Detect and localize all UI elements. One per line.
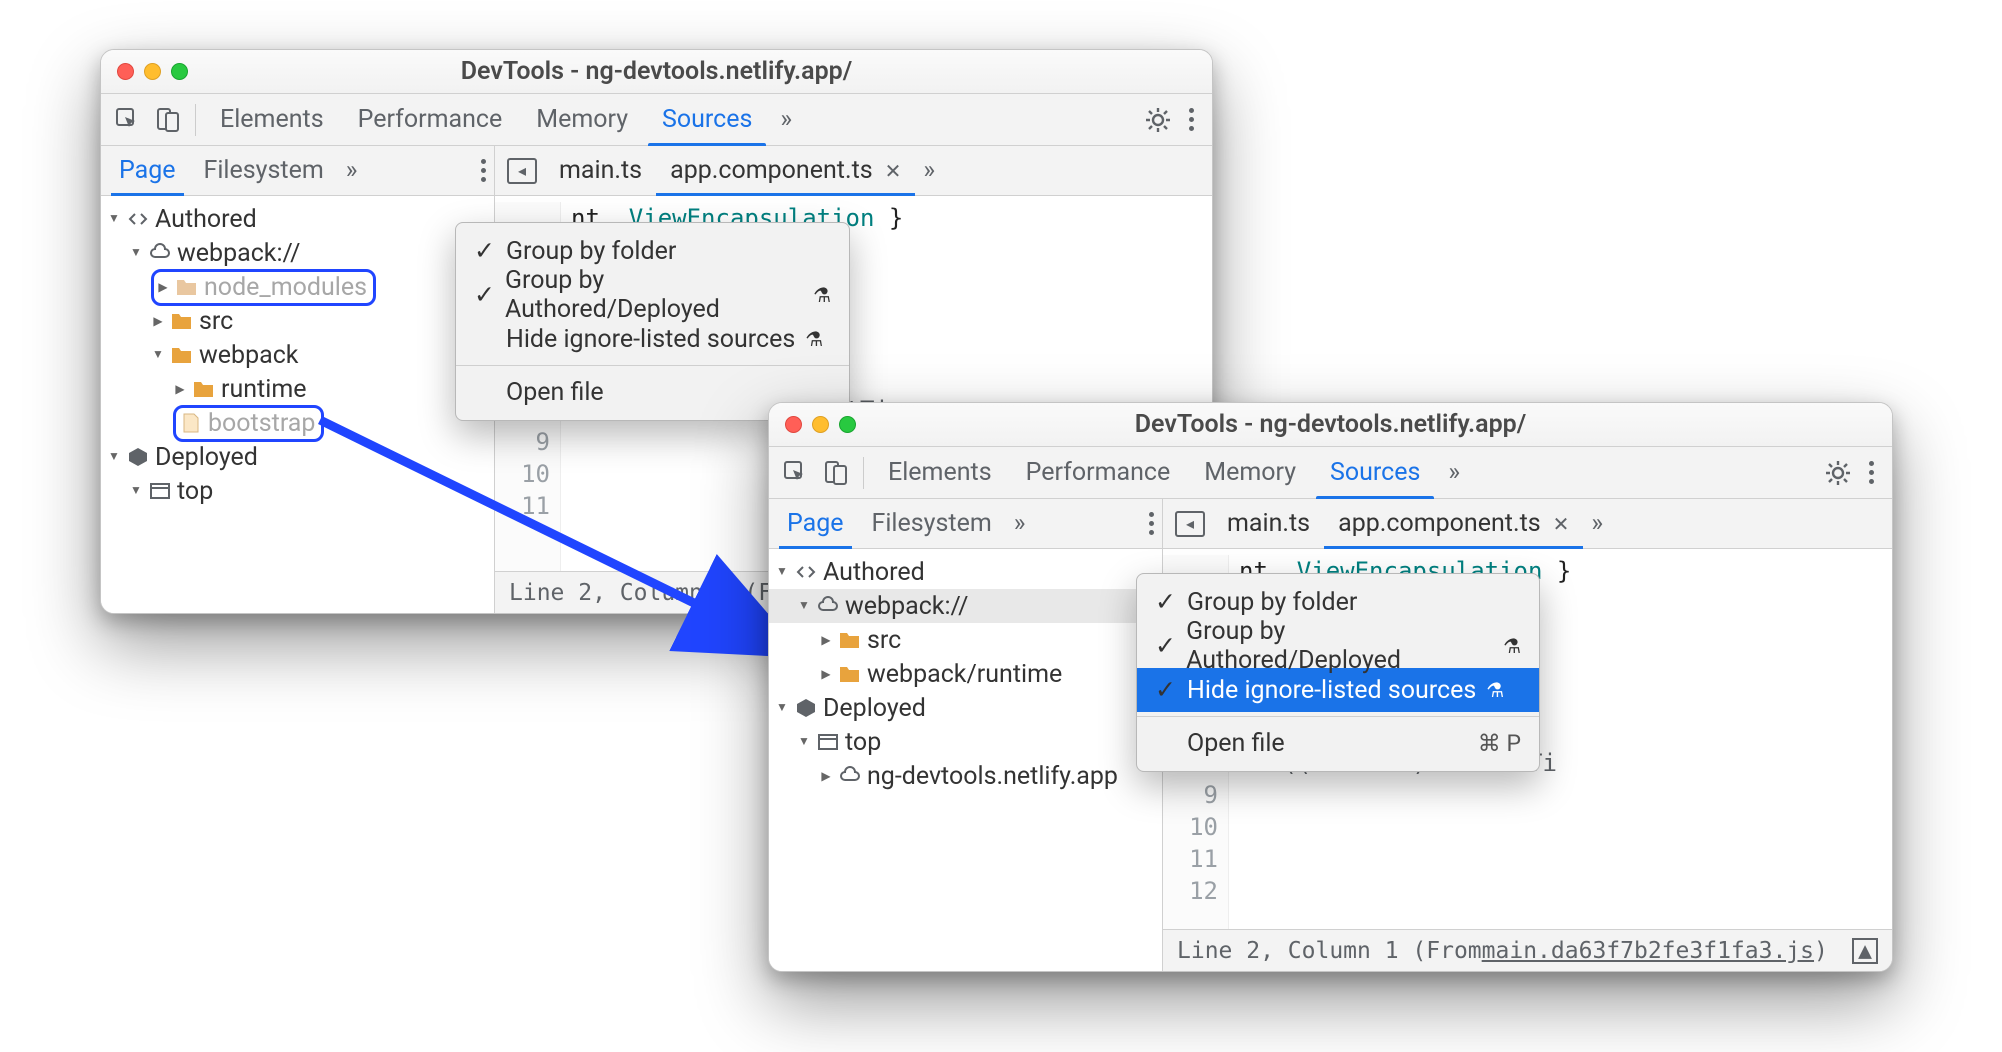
navigator-tree: Authored webpack:// src webpack/runtime … <box>769 549 1163 971</box>
tree-webpack[interactable]: webpack:// <box>769 589 1162 623</box>
flask-icon: ⚗ <box>813 283 831 307</box>
gear-icon[interactable] <box>1821 456 1855 490</box>
window-title: DevTools - ng-devtools.netlify.app/ <box>769 410 1892 439</box>
tree-top[interactable]: top <box>101 474 494 508</box>
tree-webpack-folder[interactable]: webpack <box>101 338 494 372</box>
more-navtabs-icon[interactable]: » <box>338 156 366 185</box>
tab-sources[interactable]: Sources <box>1316 447 1434 499</box>
nav-arrow-icon[interactable]: ◂ <box>505 154 539 188</box>
folder-icon <box>837 629 863 651</box>
tree-authored[interactable]: Authored <box>769 555 1162 589</box>
sources-subbar: Page Filesystem » ◂ main.ts app.componen… <box>769 499 1892 549</box>
status-bar: Line 2, Column 1 (From main.da63f7b2fe3f… <box>1163 929 1892 971</box>
menu-group-authored[interactable]: ✓Group by Authored/Deployed⚗ <box>456 273 849 317</box>
device-icon[interactable] <box>151 103 185 137</box>
titlebar: DevTools - ng-devtools.netlify.app/ <box>769 403 1892 447</box>
code-icon <box>793 561 819 583</box>
close-icon[interactable] <box>785 416 802 433</box>
filetab-main[interactable]: main.ts <box>545 146 656 196</box>
navigator-menu-icon[interactable] <box>473 151 494 190</box>
more-tabs-icon[interactable]: » <box>1440 458 1468 487</box>
close-icon[interactable] <box>117 63 134 80</box>
filetab-appcomponent[interactable]: app.component.ts✕ <box>656 146 915 196</box>
tree-src[interactable]: src <box>769 623 1162 657</box>
folder-icon <box>169 344 195 366</box>
subtab-page[interactable]: Page <box>105 146 190 196</box>
page-icon <box>178 412 204 434</box>
tree-src[interactable]: src <box>101 304 494 338</box>
tree-deployed[interactable]: Deployed <box>769 691 1162 725</box>
frame-icon <box>147 480 173 502</box>
inspect-icon[interactable] <box>111 103 145 137</box>
subtab-filesystem[interactable]: Filesystem <box>190 146 338 196</box>
navigator-menu-icon[interactable] <box>1141 504 1162 543</box>
device-icon[interactable] <box>819 456 853 490</box>
subtab-page[interactable]: Page <box>773 499 858 549</box>
inspect-icon[interactable] <box>779 456 813 490</box>
menu-hide-ignore[interactable]: Hide ignore-listed sources⚗ <box>456 317 849 361</box>
drawer-toggle-icon[interactable]: ▲ <box>1852 938 1878 964</box>
cloud-icon <box>837 765 863 787</box>
subtab-filesystem[interactable]: Filesystem <box>858 499 1006 549</box>
minimize-icon[interactable] <box>812 416 829 433</box>
cloud-icon <box>147 242 173 264</box>
menu-open-file[interactable]: Open file⌘ P <box>1137 721 1539 765</box>
tree-webpack[interactable]: webpack:// <box>101 236 494 270</box>
cloud-icon <box>815 595 841 617</box>
zoom-icon[interactable] <box>839 416 856 433</box>
code-icon <box>125 208 151 230</box>
flask-icon: ⚗ <box>1486 678 1504 702</box>
main-toolbar: Elements Performance Memory Sources » <box>769 447 1892 499</box>
kebab-icon[interactable] <box>1861 453 1882 492</box>
zoom-icon[interactable] <box>171 63 188 80</box>
more-navtabs-icon[interactable]: » <box>1006 509 1034 538</box>
tab-memory[interactable]: Memory <box>522 94 642 146</box>
titlebar: DevTools - ng-devtools.netlify.app/ <box>101 50 1212 94</box>
kebab-icon[interactable] <box>1181 100 1202 139</box>
close-tab-icon[interactable]: ✕ <box>885 159 902 183</box>
tree-domain[interactable]: ng-devtools.netlify.app <box>769 759 1162 793</box>
flask-icon: ⚗ <box>805 327 823 351</box>
frame-icon <box>815 731 841 753</box>
filetab-appcomponent[interactable]: app.component.ts✕ <box>1324 499 1583 549</box>
tree-deployed[interactable]: Deployed <box>101 440 494 474</box>
tree-runtime[interactable]: runtime <box>101 372 494 406</box>
cube-icon <box>125 446 151 468</box>
minimize-icon[interactable] <box>144 63 161 80</box>
navigator-context-menu: ✓Group by folder ✓Group by Authored/Depl… <box>455 222 850 421</box>
main-toolbar: Elements Performance Memory Sources » <box>101 94 1212 146</box>
folder-icon <box>174 276 200 298</box>
tab-performance[interactable]: Performance <box>1012 447 1185 499</box>
flask-icon: ⚗ <box>1503 634 1521 658</box>
more-filetabs-icon[interactable]: » <box>1583 509 1611 538</box>
cube-icon <box>793 697 819 719</box>
folder-icon <box>191 378 217 400</box>
window-title: DevTools - ng-devtools.netlify.app/ <box>101 57 1212 86</box>
navigator-tree: Authored webpack:// node_modules src web… <box>101 196 495 613</box>
tab-performance[interactable]: Performance <box>344 94 517 146</box>
gear-icon[interactable] <box>1141 103 1175 137</box>
nav-arrow-icon[interactable]: ◂ <box>1173 507 1207 541</box>
tab-sources[interactable]: Sources <box>648 94 766 146</box>
folder-icon <box>169 310 195 332</box>
navigator-context-menu: ✓Group by folder ✓Group by Authored/Depl… <box>1136 573 1540 772</box>
menu-group-authored[interactable]: ✓Group by Authored/Deployed⚗ <box>1137 624 1539 668</box>
more-filetabs-icon[interactable]: » <box>915 156 943 185</box>
tree-authored[interactable]: Authored <box>101 202 494 236</box>
tree-webpack-runtime[interactable]: webpack/runtime <box>769 657 1162 691</box>
tab-elements[interactable]: Elements <box>206 94 338 146</box>
folder-icon <box>837 663 863 685</box>
tree-top[interactable]: top <box>769 725 1162 759</box>
more-tabs-icon[interactable]: » <box>772 105 800 134</box>
tree-node-modules[interactable]: node_modules <box>101 270 494 304</box>
tab-elements[interactable]: Elements <box>874 447 1006 499</box>
filetab-main[interactable]: main.ts <box>1213 499 1324 549</box>
tree-bootstrap[interactable]: bootstrap <box>101 406 494 440</box>
tab-memory[interactable]: Memory <box>1190 447 1310 499</box>
close-tab-icon[interactable]: ✕ <box>1553 512 1570 536</box>
sources-subbar: Page Filesystem » ◂ main.ts app.componen… <box>101 146 1212 196</box>
